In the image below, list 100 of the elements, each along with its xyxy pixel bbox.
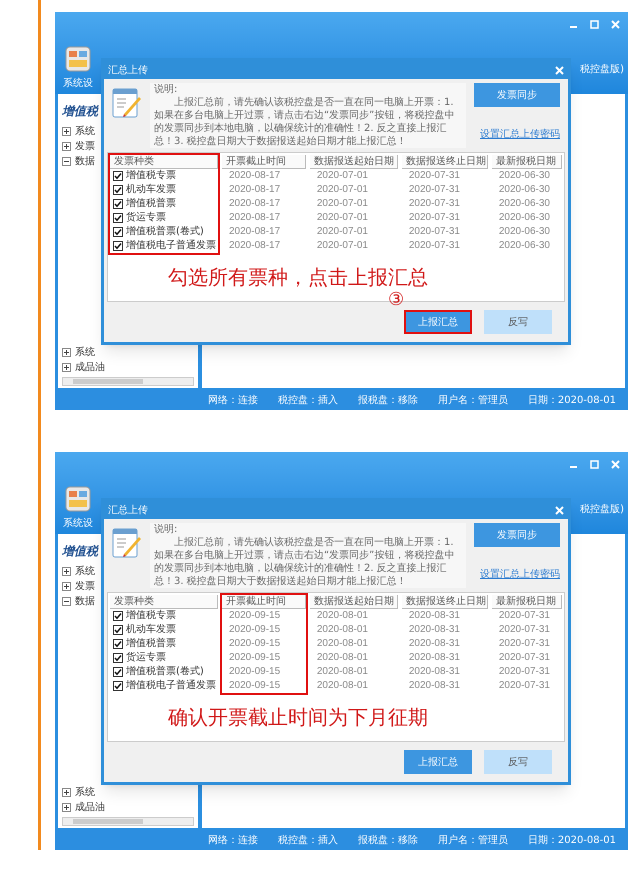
table-cell-text: 2020-08-01	[316, 625, 368, 635]
status-item: 报税盘：移除	[358, 394, 418, 408]
table-cell-text: 2020-08-17	[228, 171, 280, 181]
close-icon[interactable]	[611, 20, 620, 29]
notepad-icon	[112, 527, 142, 559]
tree-item[interactable]: 系统	[75, 788, 95, 798]
checkbox[interactable]	[113, 171, 123, 181]
expand-icon[interactable]	[62, 127, 71, 136]
status-item: 用户名：管理员	[438, 834, 508, 848]
table-cell-text: 2020-06-30	[498, 171, 550, 181]
table-cell-text: 2020-07-31	[498, 625, 550, 635]
table-cell-text: 2020-09-15	[228, 625, 280, 635]
column-header[interactable]: 开票截止时间	[222, 155, 306, 169]
table-cell-text: 2020-08-31	[408, 625, 460, 635]
expand-icon[interactable]	[62, 582, 71, 591]
table-cell-text: 2020-08-31	[408, 611, 460, 621]
table-cell-text: 2020-08-17	[228, 213, 280, 223]
tree-item[interactable]: 发票	[75, 142, 95, 152]
status-item: 报税盘：移除	[358, 834, 418, 848]
checkbox[interactable]	[113, 639, 123, 649]
table-cell: 增值税普票	[126, 639, 176, 649]
tree-item[interactable]: 系统	[75, 348, 95, 358]
table-cell-text: 2020-08-01	[316, 611, 368, 621]
table-cell-text: 2020-08-01	[316, 667, 368, 677]
tree-item[interactable]: 成品油	[75, 362, 105, 372]
password-link[interactable]: 设置汇总上传密码	[480, 127, 560, 142]
table-cell-text: 2020-07-31	[408, 227, 460, 237]
collapse-icon[interactable]	[62, 157, 71, 166]
column-header[interactable]: 最新报税日期	[492, 155, 562, 169]
table-cell-text: 2020-07-01	[316, 199, 368, 209]
table-cell: 增值税普票(卷式)	[126, 227, 204, 237]
checkbox[interactable]	[113, 667, 123, 677]
table-cell-text: 2020-06-30	[498, 185, 550, 195]
column-header[interactable]: 数据报送终止日期	[402, 155, 488, 169]
writeback-button[interactable]: 反写	[484, 750, 552, 774]
checkbox[interactable]	[113, 241, 123, 251]
column-header[interactable]: 数据报送起始日期	[310, 155, 398, 169]
table-cell-text: 2020-08-17	[228, 227, 280, 237]
expand-icon[interactable]	[62, 788, 71, 797]
close-icon[interactable]	[555, 66, 564, 74]
column-header[interactable]: 开票截止时间	[222, 595, 306, 609]
expand-icon[interactable]	[62, 363, 71, 372]
table-cell: 机动车发票	[126, 185, 176, 195]
tree-item[interactable]: 发票	[75, 582, 95, 592]
column-header[interactable]: 发票种类	[110, 155, 218, 169]
table-cell-text: 2020-08-31	[408, 681, 460, 691]
note-text: 上报汇总前，请先确认该税控盘是否一直在同一电脑上开票：1. 如果在多台电脑上开过票，请点击右边“发票同步”按钮，将税控盘中的发票同步到本地电脑，以确保统计的准确性！2. 反之直接上报汇总！3. 税控盘日期大于数据报送起始日期才能上报汇总！	[154, 96, 456, 148]
column-header[interactable]: 最新报税日期	[492, 595, 562, 609]
horizontal-scrollbar[interactable]	[62, 377, 194, 386]
status-item: 日期：2020-08-01	[528, 834, 616, 848]
table-cell-text: 2020-07-31	[408, 241, 460, 251]
close-icon[interactable]	[611, 460, 620, 469]
note-label: 说明:	[154, 83, 178, 96]
tree-item[interactable]: 数据	[75, 596, 95, 606]
checkbox[interactable]	[113, 681, 123, 691]
status-item: 用户名：管理员	[438, 394, 508, 408]
column-header[interactable]: 发票种类	[110, 595, 218, 609]
table-cell-text: 2020-08-17	[228, 185, 280, 195]
tree-item[interactable]: 系统	[75, 126, 95, 136]
tree-item[interactable]: 数据	[75, 156, 95, 166]
collapse-icon[interactable]	[62, 597, 71, 606]
table-cell-text: 2020-08-17	[228, 241, 280, 251]
status-item: 网络：连接	[208, 394, 258, 408]
writeback-button[interactable]: 反写	[484, 310, 552, 334]
expand-icon[interactable]	[62, 803, 71, 812]
horizontal-scrollbar[interactable]	[62, 817, 194, 826]
close-icon[interactable]	[555, 506, 564, 514]
maximize-icon[interactable]	[590, 460, 599, 469]
window-title: 税控盘版)	[580, 62, 624, 77]
table-cell: 增值税电子普通发票	[126, 241, 216, 251]
table-cell-text: 2020-06-30	[498, 199, 550, 209]
checkbox[interactable]	[113, 653, 123, 663]
table-cell-text: 2020-08-31	[408, 667, 460, 677]
maximize-icon[interactable]	[590, 20, 599, 29]
checkbox[interactable]	[113, 199, 123, 209]
expand-icon[interactable]	[62, 567, 71, 576]
note-text: 上报汇总前，请先确认该税控盘是否一直在同一电脑上开票：1. 如果在多台电脑上开过票，请点击右边“发票同步”按钮，将税控盘中的发票同步到本地电脑，以确保统计的准确性！2. 反之直接上报汇总！3. 税控盘日期大于数据报送起始日期才能上报汇总！	[154, 536, 456, 588]
table-cell-text: 2020-07-31	[498, 681, 550, 691]
tree-item[interactable]: 成品油	[75, 802, 105, 812]
expand-icon[interactable]	[62, 348, 71, 357]
checkbox[interactable]	[113, 625, 123, 635]
table-cell-text: 2020-09-15	[228, 653, 280, 663]
expand-icon[interactable]	[62, 142, 71, 151]
table-cell-text: 2020-07-01	[316, 241, 368, 251]
column-header[interactable]: 数据报送起始日期	[310, 595, 398, 609]
column-header[interactable]: 数据报送终止日期	[402, 595, 488, 609]
table-cell-text: 2020-09-15	[228, 681, 280, 691]
toolbar-label: 系统设	[63, 516, 93, 531]
password-link[interactable]: 设置汇总上传密码	[480, 567, 560, 582]
checkbox[interactable]	[113, 611, 123, 621]
checkbox[interactable]	[113, 227, 123, 237]
checkbox[interactable]	[113, 213, 123, 223]
table-cell-text: 2020-07-31	[408, 213, 460, 223]
table-cell-text: 2020-08-31	[408, 653, 460, 663]
table-cell-text: 2020-07-31	[498, 611, 550, 621]
table-cell: 增值税普票(卷式)	[126, 667, 204, 677]
settings-tile-icon[interactable]	[65, 46, 91, 72]
checkbox[interactable]	[113, 185, 123, 195]
settings-tile-icon[interactable]	[65, 486, 91, 512]
tree-item[interactable]: 系统	[75, 566, 95, 576]
